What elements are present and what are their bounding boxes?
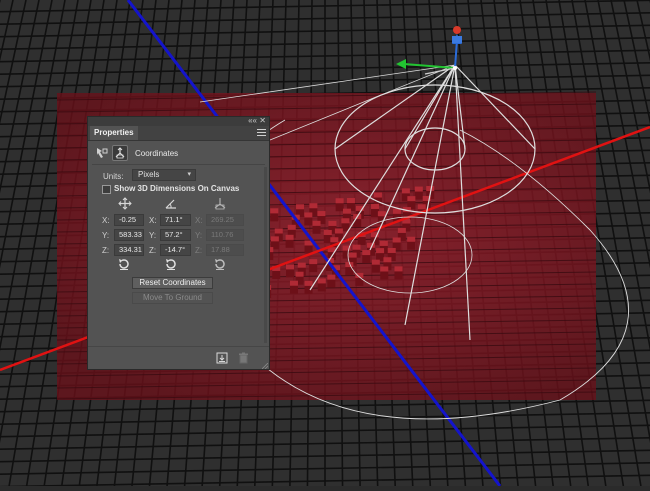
show-3d-dimensions-checkbox[interactable]	[102, 185, 111, 194]
panel-menu-icon[interactable]	[257, 129, 266, 137]
divider	[92, 164, 265, 165]
render-icon[interactable]	[216, 352, 228, 364]
close-panel-button[interactable]: ✕	[259, 116, 266, 125]
extruded-cube	[309, 259, 318, 273]
gizmo-rotate-handle	[453, 26, 461, 34]
scale-x-field: 269.25	[206, 214, 244, 226]
extruded-cube	[304, 212, 313, 226]
gizmo-light-head	[452, 36, 462, 43]
panel-scrollbar[interactable]	[264, 167, 267, 343]
rotation-y-label: Y:	[149, 231, 157, 240]
extruded-cube	[304, 240, 313, 254]
rotation-angle-icon	[164, 197, 178, 210]
scale-z-label: Z:	[195, 246, 203, 255]
panel-title-bar[interactable]: «« ✕	[88, 116, 269, 126]
extruded-cube	[335, 198, 344, 212]
panel-tab-strip: Properties	[88, 126, 269, 141]
extruded-cube	[376, 248, 385, 262]
collapse-panel-button[interactable]: ««	[248, 116, 257, 125]
scale-z-field: 17.88	[206, 244, 244, 256]
rotation-z-label: Z:	[149, 246, 157, 255]
position-y-field[interactable]: 583.33	[114, 229, 144, 241]
extruded-cube	[362, 250, 371, 264]
resize-grip-icon[interactable]	[261, 362, 269, 370]
position-z-field[interactable]: 334.31	[114, 244, 144, 256]
extruded-cube	[270, 208, 279, 222]
units-label: Units:	[103, 172, 124, 181]
rotation-x-label: X:	[149, 216, 157, 225]
move-to-ground-button: Move To Ground	[132, 292, 213, 304]
panel-footer	[88, 346, 269, 370]
reset-rotation-icon[interactable]	[164, 257, 178, 271]
show-3d-dimensions-label[interactable]: Show 3D Dimensions On Canvas	[114, 184, 239, 193]
extruded-cube	[394, 266, 403, 280]
scale-icon	[213, 197, 227, 210]
extruded-cube	[285, 234, 294, 248]
reset-coordinates-button[interactable]: Reset Coordinates	[132, 277, 213, 289]
scene-filter-icon[interactable]	[94, 145, 110, 161]
rotation-z-field[interactable]: -14.7°	[160, 244, 191, 256]
units-value: Pixels	[138, 170, 160, 179]
rotation-x-field[interactable]: 71.1°	[160, 214, 191, 226]
position-x-label: X:	[102, 216, 110, 225]
extruded-cube	[373, 192, 382, 206]
coordinates-icon[interactable]	[112, 145, 128, 161]
position-y-label: Y:	[102, 231, 110, 240]
rotation-y-field[interactable]: 57.2°	[160, 229, 191, 241]
tab-properties[interactable]: Properties	[90, 126, 138, 140]
scale-y-label: Y:	[195, 231, 203, 240]
properties-mode-row: Coordinates	[88, 142, 269, 164]
extruded-cube	[317, 278, 326, 292]
reset-scale-icon[interactable]	[213, 257, 227, 271]
units-select[interactable]: Pixels ▾	[132, 169, 196, 181]
properties-panel[interactable]: «« ✕ Properties Coordinates Units: Pixel…	[87, 116, 270, 370]
scale-y-field: 110.76	[206, 229, 244, 241]
extruded-cube	[327, 274, 336, 288]
mode-title: Coordinates	[135, 149, 179, 158]
chevron-down-icon: ▾	[187, 171, 191, 178]
extruded-cube	[380, 266, 389, 280]
extruded-cube	[286, 264, 295, 278]
extruded-cube	[414, 186, 423, 200]
extruded-cube	[371, 259, 380, 273]
position-x-field[interactable]: -0.25	[114, 214, 144, 226]
scale-x-label: X:	[195, 216, 203, 225]
trash-icon[interactable]	[238, 352, 249, 364]
gizmo-center	[453, 66, 457, 70]
extruded-cube	[407, 236, 416, 250]
position-z-label: Z:	[102, 246, 110, 255]
move-cross-icon	[118, 197, 132, 210]
extruded-cube	[289, 280, 298, 294]
extruded-cube	[312, 220, 321, 234]
extruded-cube	[371, 203, 380, 217]
reset-position-icon[interactable]	[117, 257, 131, 271]
